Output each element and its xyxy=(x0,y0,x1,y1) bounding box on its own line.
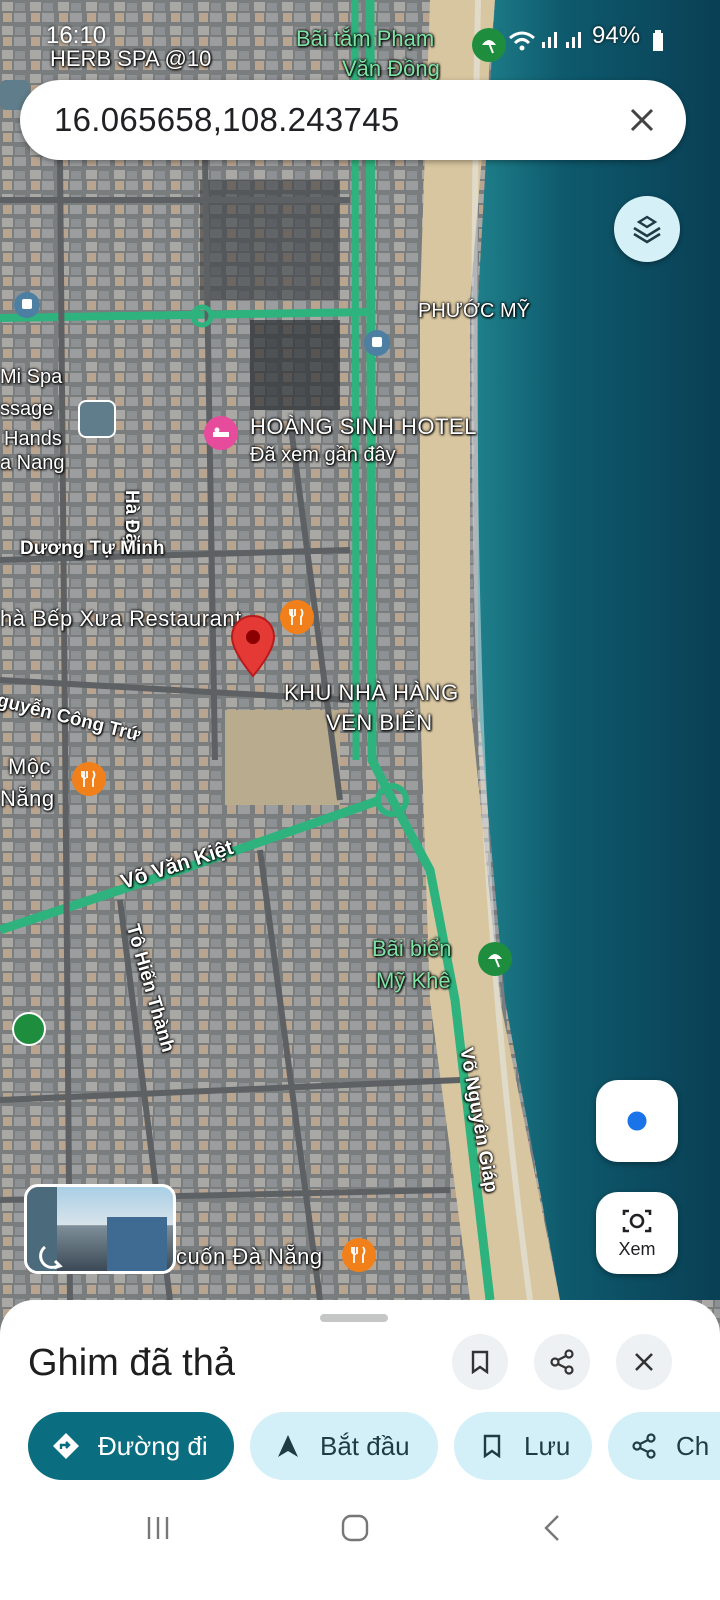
map-label[interactable]: Bãi biển xyxy=(372,936,452,962)
share-icon xyxy=(630,1432,658,1460)
map-label: PHƯỚC MỸ xyxy=(418,300,531,322)
layers-button[interactable] xyxy=(614,196,680,262)
map-label[interactable]: cuốn Đà Nẵng xyxy=(176,1244,323,1270)
map-label[interactable]: hà Bếp Xưa Restaurant xyxy=(0,606,242,632)
bookmark-icon xyxy=(471,1350,489,1374)
location-icon xyxy=(624,1108,650,1134)
beach-icon[interactable] xyxy=(478,942,512,976)
map-label[interactable]: HERB SPA @10 xyxy=(50,46,211,72)
start-label: Bắt đầu xyxy=(320,1430,410,1461)
bus-icon[interactable] xyxy=(14,292,40,318)
location-icon[interactable] xyxy=(12,1012,46,1046)
signal-icon xyxy=(540,28,588,62)
map-label[interactable]: Mi Spa xyxy=(0,366,62,389)
map-label[interactable]: Bãi tắm Phạm xyxy=(296,26,434,52)
close-icon xyxy=(635,1353,653,1371)
directions-label: Đường đi xyxy=(98,1430,208,1461)
map-label-sub: Đã xem gần đây xyxy=(250,444,396,466)
my-location-button[interactable] xyxy=(596,1080,678,1162)
start-button[interactable]: Bắt đầu xyxy=(250,1412,438,1480)
wifi-icon xyxy=(508,30,536,64)
layers-icon xyxy=(633,215,661,244)
pin-icon[interactable] xyxy=(230,614,276,678)
bookmark-icon xyxy=(478,1432,506,1460)
street-view-icon xyxy=(37,1241,67,1271)
close-icon[interactable] xyxy=(620,98,664,142)
directions-button[interactable]: Đường đi xyxy=(28,1412,234,1480)
map-label[interactable]: HOÀNG SINH HOTEL xyxy=(250,414,477,440)
directions-icon xyxy=(52,1432,80,1460)
restaurant-icon[interactable] xyxy=(342,1238,376,1272)
map-label[interactable]: Văn Đồng xyxy=(342,56,440,82)
map-label[interactable]: ssage xyxy=(0,398,53,421)
beach-icon[interactable] xyxy=(472,28,506,62)
place-title: Ghim đã thả xyxy=(28,1342,235,1384)
map-label[interactable]: Mỹ Khê xyxy=(376,968,451,994)
share-label: Ch xyxy=(676,1430,710,1461)
drag-handle[interactable] xyxy=(320,1314,388,1322)
save-button[interactable]: Lưu xyxy=(454,1412,592,1480)
map-label: VEN BIỂN xyxy=(326,710,433,735)
restaurant-icon[interactable] xyxy=(280,600,314,634)
map-label[interactable]: Hands xyxy=(4,428,62,451)
save-label: Lưu xyxy=(524,1430,571,1461)
search-input[interactable]: 16.065658,108.243745 xyxy=(54,101,400,139)
street-label: Dương Tự Minh xyxy=(20,538,165,559)
street-view-thumbnail[interactable] xyxy=(24,1184,176,1274)
map-label: KHU NHÀ HÀNG xyxy=(284,680,459,705)
map-label[interactable]: a Nang xyxy=(0,452,65,475)
map-label[interactable]: Nẵng xyxy=(0,786,55,812)
save-icon-button[interactable] xyxy=(452,1334,508,1390)
back-icon[interactable] xyxy=(540,1514,564,1547)
lens-icon xyxy=(622,1209,652,1232)
restaurant-icon[interactable] xyxy=(72,762,106,796)
lens-label: Xem xyxy=(618,1238,656,1259)
location-icon[interactable] xyxy=(78,400,116,438)
map-label[interactable]: Mộc xyxy=(8,754,51,780)
search-bar[interactable]: 16.065658,108.243745 xyxy=(20,80,686,160)
recent-apps-icon[interactable] xyxy=(144,1514,172,1547)
battery-icon xyxy=(652,30,664,64)
battery-percent: 94% xyxy=(592,22,641,49)
place-sheet[interactable]: Ghim đã thả Đường đi Bắt đầu Lưu Ch xyxy=(0,1300,720,1600)
system-nav-bar xyxy=(0,1500,720,1560)
navigation-icon xyxy=(274,1432,302,1460)
bus-icon[interactable] xyxy=(364,330,390,356)
lens-button[interactable]: Xem xyxy=(596,1192,678,1274)
share-icon-button[interactable] xyxy=(534,1334,590,1390)
close-sheet-button[interactable] xyxy=(616,1334,672,1390)
share-icon xyxy=(550,1349,574,1375)
share-button[interactable]: Ch xyxy=(608,1412,720,1480)
hotel-icon[interactable] xyxy=(204,416,238,450)
map-screen: 16:10 94% HERB SPA @10 Bãi tắm Phạm Văn … xyxy=(0,0,720,1600)
home-icon[interactable] xyxy=(340,1514,370,1547)
